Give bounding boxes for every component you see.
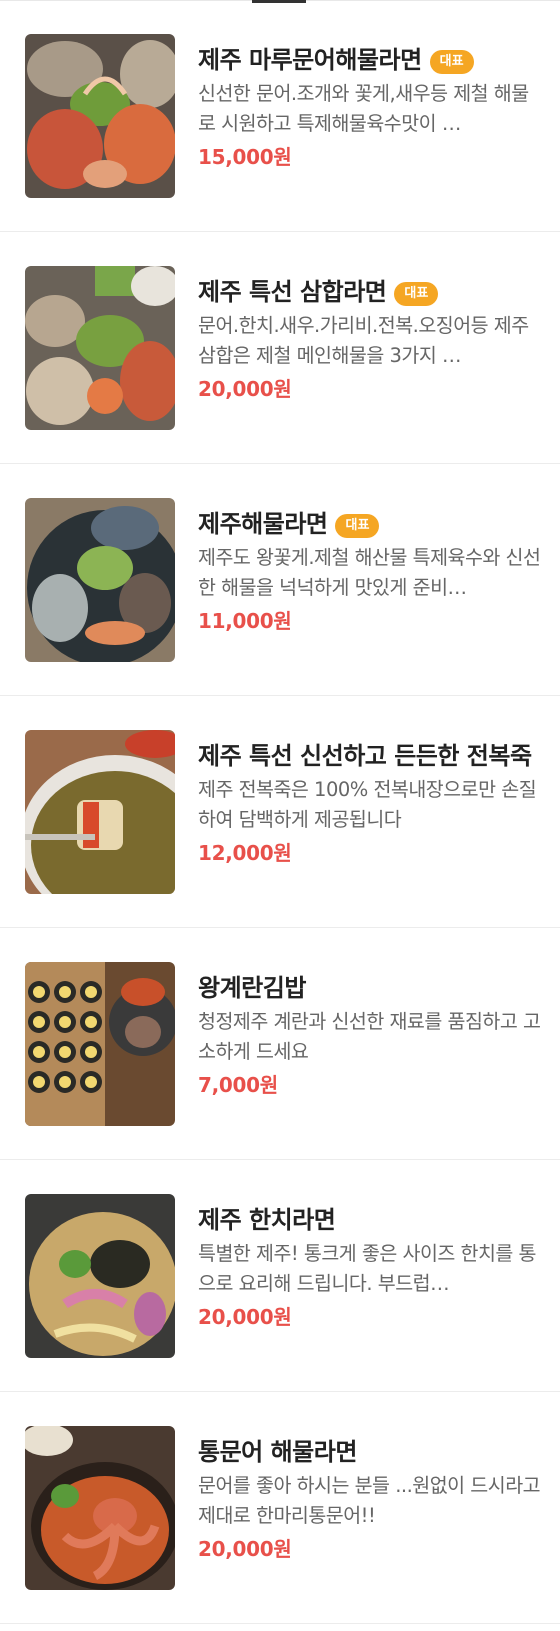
menu-item-name: 왕계란김밥 [198, 974, 306, 1002]
menu-item-info: 왕계란김밥 청정제주 계란과 신선한 재료를 품짐하고 고소하게 드세요 7,0… [198, 972, 543, 1099]
menu-item-name: 제주해물라면 [198, 510, 328, 538]
menu-item-description: 문어를 좋아 하시는 분들 ...원없이 드시라고 제대로 한마리통문어!! [198, 1474, 541, 1527]
menu-item[interactable]: 제주 특선 신선하고 든든한 전복죽 제주 전복죽은 100% 전복내장으로만 … [0, 696, 560, 928]
menu-item-title: 제주 특선 삼합라면 대표 [198, 276, 543, 308]
menu-item-title: 제주 마루문어해물라면 대표 [198, 44, 543, 76]
menu-item-info: 제주 특선 삼합라면 대표 문어.한치.새우.가리비.전복.오징어등 제주삼합은 … [198, 276, 543, 403]
menu-item-price: 20,000원 [198, 377, 292, 401]
menu-item[interactable]: 제주 마루문어해물라면 대표 신선한 문어.조개와 꽃게,새우등 제철 해물로 시… [0, 0, 560, 232]
menu-item-info: 제주 마루문어해물라면 대표 신선한 문어.조개와 꽃게,새우등 제철 해물로 시… [198, 44, 543, 171]
menu-item-price: 20,000원 [198, 1537, 292, 1561]
menu-item[interactable]: 왕계란김밥 청정제주 계란과 신선한 재료를 품짐하고 고소하게 드세요 7,0… [0, 928, 560, 1160]
menu-item-price: 11,000원 [198, 609, 292, 633]
menu-item-description: 제주도 왕꽃게.제철 해산물 특제육수와 신선한 해물을 넉넉하게 맛있게 준비… [198, 546, 541, 599]
menu-item-price: 7,000원 [198, 1073, 278, 1097]
seafood-ramen-photo[interactable] [25, 34, 175, 198]
menu-item-price: 20,000원 [198, 1305, 292, 1329]
menu-item-description: 문어.한치.새우.가리비.전복.오징어등 제주삼합은 제철 메인해물을 3가지 … [198, 314, 529, 367]
menu-item-name: 제주 마루문어해물라면 [198, 46, 422, 74]
abalone-porridge-photo[interactable] [25, 730, 175, 894]
featured-badge: 대표 [429, 50, 474, 74]
squid-ramen-photo[interactable] [25, 1194, 175, 1358]
menu-item[interactable]: 제주 특선 삼합라면 대표 문어.한치.새우.가리비.전복.오징어등 제주삼합은 … [0, 232, 560, 464]
menu-item-price: 15,000원 [198, 145, 292, 169]
menu-item-name: 제주 특선 삼합라면 [198, 278, 387, 306]
menu-item-title: 제주해물라면 대표 [198, 508, 543, 540]
menu-item-price: 12,000원 [198, 841, 292, 865]
menu-item[interactable]: 제주 한치라면 특별한 제주! 통크게 좋은 사이즈 한치를 통으로 요리해 드… [0, 1160, 560, 1392]
menu-item-name: 통문어 해물라면 [198, 1438, 357, 1466]
menu-item-info: 제주 한치라면 특별한 제주! 통크게 좋은 사이즈 한치를 통으로 요리해 드… [198, 1204, 543, 1331]
menu-item-description: 제주 전복죽은 100% 전복내장으로만 손질하여 담백하게 제공됩니다 [198, 778, 537, 831]
menu-item-title: 통문어 해물라면 [198, 1436, 543, 1468]
featured-badge: 대표 [394, 282, 439, 306]
gimbap-photo[interactable] [25, 962, 175, 1126]
menu-item-info: 통문어 해물라면 문어를 좋아 하시는 분들 ...원없이 드시라고 제대로 한… [198, 1436, 543, 1563]
menu-item-title: 제주 한치라면 [198, 1204, 543, 1236]
menu-item-description: 특별한 제주! 통크게 좋은 사이즈 한치를 통으로 요리해 드립니다. 부드럽… [198, 1242, 537, 1295]
whole-octopus-ramen-photo[interactable] [25, 1426, 175, 1590]
menu-item-info: 제주 특선 신선하고 든든한 전복죽 제주 전복죽은 100% 전복내장으로만 … [198, 740, 543, 867]
menu-item-title: 제주 특선 신선하고 든든한 전복죽 [198, 740, 543, 772]
menu-item-description: 청정제주 계란과 신선한 재료를 품짐하고 고소하게 드세요 [198, 1010, 541, 1063]
featured-badge: 대표 [335, 514, 380, 538]
menu-item-name: 제주 특선 신선하고 든든한 전복죽 [198, 742, 532, 770]
menu-list: 제주 마루문어해물라면 대표 신선한 문어.조개와 꽃게,새우등 제철 해물로 시… [0, 0, 560, 1624]
seafood-ramen-bowl-photo[interactable] [25, 498, 175, 662]
menu-item[interactable]: 통문어 해물라면 문어를 좋아 하시는 분들 ...원없이 드시라고 제대로 한… [0, 1392, 560, 1624]
menu-item-description: 신선한 문어.조개와 꽃게,새우등 제철 해물로 시원하고 특제해물육수맛이 … [198, 82, 529, 135]
samhap-ramen-photo[interactable] [25, 266, 175, 430]
menu-item-title: 왕계란김밥 [198, 972, 543, 1004]
menu-item-info: 제주해물라면 대표 제주도 왕꽃게.제철 해산물 특제육수와 신선한 해물을 넉넉… [198, 508, 543, 635]
menu-item[interactable]: 제주해물라면 대표 제주도 왕꽃게.제철 해산물 특제육수와 신선한 해물을 넉넉… [0, 464, 560, 696]
menu-item-name: 제주 한치라면 [198, 1206, 336, 1234]
